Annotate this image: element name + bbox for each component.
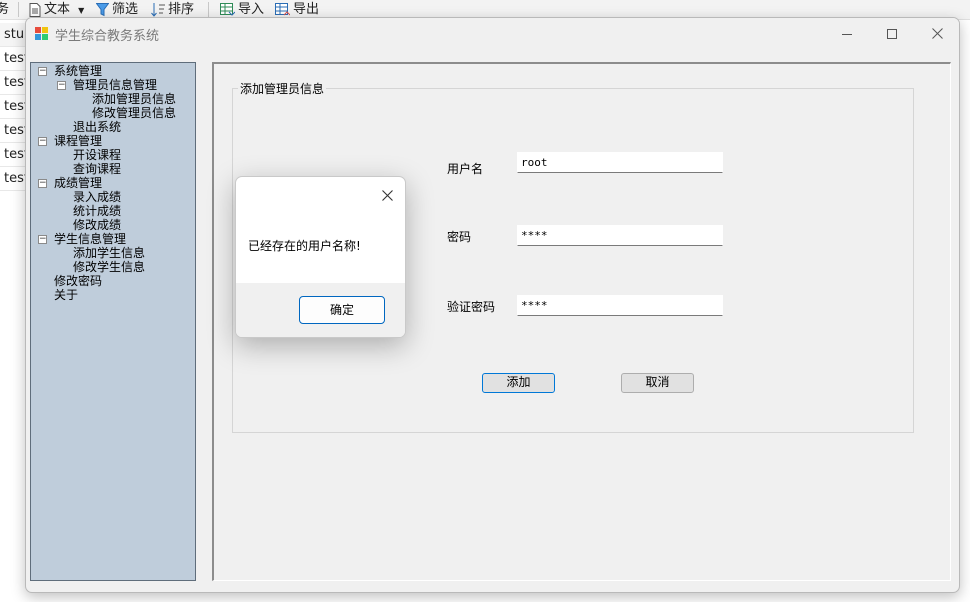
table-header-cell: stu xyxy=(0,23,28,47)
table-cell: test xyxy=(0,95,28,119)
dialog-footer: 确定 xyxy=(236,283,405,337)
table-cell: test xyxy=(0,143,28,167)
dialog-close-button[interactable] xyxy=(375,183,399,207)
dialog-message: 已经存在的用户名称! xyxy=(248,239,361,253)
groupbox-title: 添加管理员信息 xyxy=(238,80,327,97)
table-cell: test xyxy=(0,71,28,95)
tree-node-course[interactable]: 课程管理 xyxy=(54,134,102,148)
dropdown-arrow-icon: ▼ xyxy=(78,6,85,15)
confirm-password-input[interactable] xyxy=(517,295,723,316)
add-button[interactable]: 添加 xyxy=(482,373,555,393)
tree-node-enter-grades[interactable]: 录入成绩 xyxy=(73,190,121,204)
ok-button[interactable]: 确定 xyxy=(299,296,385,324)
password-label: 密码 xyxy=(447,230,472,244)
cancel-button[interactable]: 取消 xyxy=(621,373,694,393)
tree-node-student-info[interactable]: 学生信息管理 xyxy=(54,232,126,246)
minimize-icon xyxy=(842,33,852,35)
password-input[interactable] xyxy=(517,225,723,246)
message-dialog: 已经存在的用户名称! 确定 xyxy=(235,176,406,338)
close-button[interactable] xyxy=(914,18,959,49)
tree-node-about[interactable]: 关于 xyxy=(54,288,78,302)
title-bar[interactable]: 学生综合教务系统 xyxy=(26,18,959,49)
tree-node-system[interactable]: 系统管理 xyxy=(54,64,102,78)
collapse-toggle-icon[interactable]: − xyxy=(38,179,47,188)
sort-label: 排序 xyxy=(168,2,195,17)
maximize-icon xyxy=(887,28,897,39)
sort-icon xyxy=(151,2,165,17)
close-icon xyxy=(381,189,393,201)
tree-node-add-student[interactable]: 添加学生信息 xyxy=(73,246,145,260)
collapse-toggle-icon[interactable]: − xyxy=(38,67,47,76)
collapse-toggle-icon[interactable]: − xyxy=(57,81,66,90)
background-partial-label: 务 xyxy=(0,2,10,17)
main-window: 学生综合教务系统 − 系统管理 − 管理员信息管理 添加管理员信息 修改管理员信… xyxy=(25,17,960,593)
username-label: 用户名 xyxy=(447,162,484,176)
collapse-toggle-icon[interactable]: − xyxy=(38,137,47,146)
app-icon xyxy=(35,27,48,40)
export-label: 导出 xyxy=(293,2,320,17)
tree-node-edit-student[interactable]: 修改学生信息 xyxy=(73,260,145,274)
window-title: 学生综合教务系统 xyxy=(55,29,160,44)
close-icon xyxy=(931,28,943,39)
tree-node-add-admin[interactable]: 添加管理员信息 xyxy=(92,92,176,106)
tree-node-stats-grades[interactable]: 统计成绩 xyxy=(73,204,121,218)
filter-label: 筛选 xyxy=(112,2,139,17)
confirm-password-label: 验证密码 xyxy=(447,300,496,314)
import-label: 导入 xyxy=(238,2,265,17)
username-input[interactable] xyxy=(517,152,723,173)
tree-node-grades[interactable]: 成绩管理 xyxy=(54,176,102,190)
table-cell: test xyxy=(0,119,28,143)
background-table: stu test test test test test test xyxy=(0,23,28,191)
import-table-icon xyxy=(220,2,235,16)
export-table-icon xyxy=(275,2,290,15)
text-menu-label: 文本 xyxy=(44,2,71,17)
tree-node-edit-admin[interactable]: 修改管理员信息 xyxy=(92,106,176,120)
toolbar-separator xyxy=(18,2,19,17)
tree-node-query-course[interactable]: 查询课程 xyxy=(73,162,121,176)
tree-node-edit-grades[interactable]: 修改成绩 xyxy=(73,218,121,232)
table-cell: test xyxy=(0,47,28,71)
document-icon xyxy=(29,2,41,17)
tree-node-change-password[interactable]: 修改密码 xyxy=(54,274,102,288)
toolbar-separator xyxy=(208,2,209,17)
minimize-button[interactable] xyxy=(824,18,870,49)
tree-node-admin-info[interactable]: 管理员信息管理 xyxy=(73,78,157,92)
filter-icon xyxy=(96,2,109,16)
collapse-toggle-icon[interactable]: − xyxy=(38,235,47,244)
tree-node-exit[interactable]: 退出系统 xyxy=(73,120,121,134)
maximize-button[interactable] xyxy=(869,18,915,49)
navigation-tree: − 系统管理 − 管理员信息管理 添加管理员信息 修改管理员信息 退出系统 − … xyxy=(30,62,196,581)
table-cell: test xyxy=(0,167,28,191)
tree-node-open-course[interactable]: 开设课程 xyxy=(73,148,121,162)
